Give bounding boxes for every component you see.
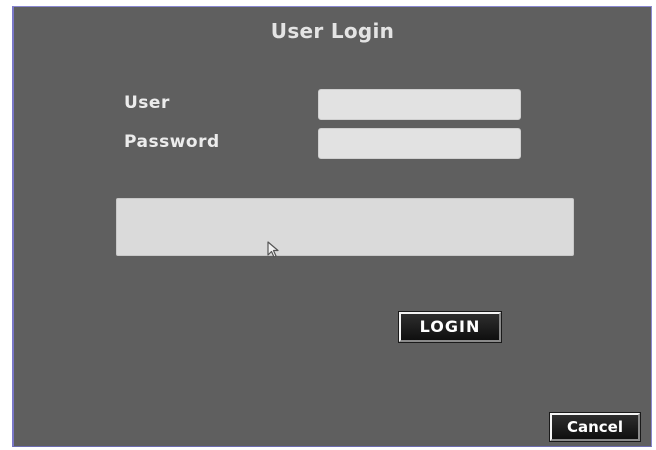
dialog-title: User Login [270, 19, 395, 43]
message-box [116, 198, 574, 256]
user-input[interactable] [318, 89, 521, 120]
cancel-button[interactable]: Cancel [549, 412, 641, 442]
login-button[interactable]: LOGIN [398, 311, 502, 343]
login-screen: User Login User Password LOGIN Cancel [0, 0, 656, 450]
password-label: Password [124, 132, 220, 152]
user-label: User [124, 93, 170, 113]
password-input[interactable] [318, 128, 521, 159]
login-dialog: User Login User Password LOGIN Cancel [12, 6, 652, 447]
mouse-pointer-icon [267, 241, 279, 258]
